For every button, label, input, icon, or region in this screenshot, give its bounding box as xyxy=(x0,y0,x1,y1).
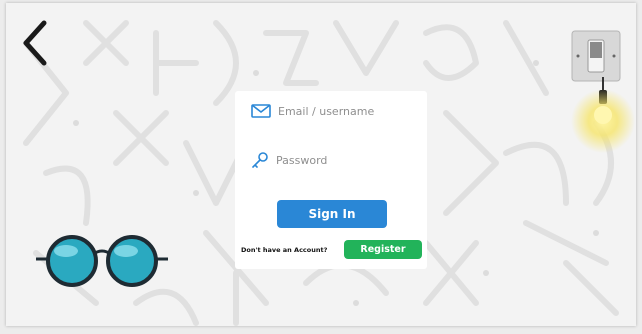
light-switch-icon[interactable] xyxy=(571,30,621,82)
key-icon xyxy=(252,152,268,168)
back-chevron-icon[interactable] xyxy=(16,17,56,69)
sign-in-button[interactable]: Sign In xyxy=(277,200,387,228)
light-bulb-icon xyxy=(571,77,635,153)
no-account-text: Don't have an Account? xyxy=(241,246,328,254)
login-screen: Email / username Password Sign In Don't … xyxy=(6,3,636,326)
password-placeholder: Password xyxy=(276,153,328,167)
password-field[interactable]: Password xyxy=(251,152,327,168)
register-button[interactable]: Register xyxy=(344,240,422,259)
envelope-icon xyxy=(251,104,271,118)
email-field[interactable]: Email / username xyxy=(251,104,374,118)
email-placeholder: Email / username xyxy=(278,104,375,118)
glasses-icon xyxy=(36,235,168,287)
login-card: Email / username Password Sign In Don't … xyxy=(235,91,427,269)
